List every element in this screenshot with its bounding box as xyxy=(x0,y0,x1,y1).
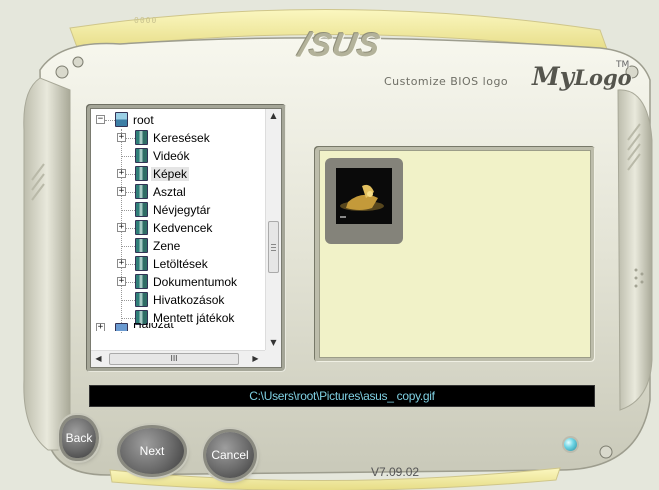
tree-vertical-scrollbar[interactable]: ▲ ▼ xyxy=(265,109,281,350)
tree-horizontal-scrollbar[interactable]: ◀ III ▶ xyxy=(91,350,265,367)
top-decoration-dots: 0000 xyxy=(134,16,158,25)
tree-item-label: Asztal xyxy=(153,185,186,199)
tree-item[interactable]: Hivatkozások xyxy=(91,291,265,309)
scroll-down-arrow-icon[interactable]: ▼ xyxy=(266,336,281,350)
scroll-right-arrow-icon[interactable]: ▶ xyxy=(248,352,263,366)
tree-item[interactable]: + Kedvencek xyxy=(91,219,265,237)
computer-folder-icon xyxy=(115,112,128,127)
folder-icon xyxy=(135,130,148,145)
expand-icon[interactable]: + xyxy=(117,187,126,196)
tree-item-label: Hálózat xyxy=(133,323,174,331)
expand-icon[interactable]: + xyxy=(117,259,126,268)
cancel-button[interactable]: Cancel xyxy=(206,432,254,478)
mylogo-product-name: MyLogo TM xyxy=(532,60,632,94)
scrollbar-corner xyxy=(265,350,281,367)
mylogo-my: My xyxy=(532,62,575,91)
logo-thumbnail-image[interactable] xyxy=(336,168,392,224)
folder-icon xyxy=(135,274,148,289)
folder-icon xyxy=(135,238,148,253)
folder-icon xyxy=(135,292,148,307)
tree-item[interactable]: + Asztal xyxy=(91,183,265,201)
tree-item-label: Letöltések xyxy=(153,257,208,271)
customize-bios-logo-label: Customize BIOS logo xyxy=(384,75,509,88)
cancel-button-label: Cancel xyxy=(211,448,249,462)
folder-icon xyxy=(135,220,148,235)
status-led-icon xyxy=(564,438,577,451)
collapse-icon[interactable]: − xyxy=(96,115,105,124)
tree-item-label: Névjegytár xyxy=(153,203,211,217)
tree-item[interactable]: Zene xyxy=(91,237,265,255)
logo-thumbnail-graphic xyxy=(336,168,392,224)
asus-logo: /SUS xyxy=(296,26,384,63)
expand-icon[interactable]: + xyxy=(117,223,126,232)
folder-icon xyxy=(135,184,148,199)
folder-icon xyxy=(135,166,148,181)
tree-item[interactable]: + Keresések xyxy=(91,129,265,147)
tree-item-label: Képek xyxy=(151,167,190,181)
trademark-mark: TM xyxy=(616,60,630,70)
tree-item[interactable]: + Dokumentumok xyxy=(91,273,265,291)
expand-icon[interactable]: + xyxy=(96,323,105,331)
back-button[interactable]: Back xyxy=(62,418,96,458)
tree-item-label: Zene xyxy=(153,239,181,253)
next-button[interactable]: Next xyxy=(120,428,184,474)
folder-icon xyxy=(135,202,148,217)
tree-item-label: Dokumentumok xyxy=(153,275,238,289)
expand-icon[interactable]: + xyxy=(117,277,126,286)
tree-item-label: Kedvencek xyxy=(153,221,213,235)
tree-item-label: Hivatkozások xyxy=(153,293,225,307)
tree-item-partial[interactable]: + Hálózat xyxy=(91,323,265,331)
horizontal-scroll-thumb[interactable]: III xyxy=(109,353,239,365)
expand-icon[interactable]: + xyxy=(117,133,126,142)
tree-item-label: Keresések xyxy=(153,131,210,145)
file-path-display: C:\Users\root\Pictures\asus_ copy.gif xyxy=(89,385,595,407)
version-label: V7.09.02 xyxy=(371,465,420,479)
tree-item-label: root xyxy=(133,113,154,127)
scroll-up-arrow-icon[interactable]: ▲ xyxy=(266,109,281,123)
expand-icon[interactable]: + xyxy=(117,169,126,178)
vertical-scroll-thumb[interactable] xyxy=(268,221,279,273)
tree-item[interactable]: Videók xyxy=(91,147,265,165)
tree-item[interactable]: Névjegytár xyxy=(91,201,265,219)
folder-tree[interactable]: − root + Keresések Videók + Képek + Asztal Névjeg… xyxy=(90,108,282,368)
tree-item[interactable]: + Letöltések xyxy=(91,255,265,273)
scroll-left-arrow-icon[interactable]: ◀ xyxy=(91,352,106,366)
network-folder-icon xyxy=(115,323,128,331)
folder-icon xyxy=(135,256,148,271)
next-button-label: Next xyxy=(139,444,165,458)
tree-item-label: Videók xyxy=(153,149,190,163)
back-button-label: Back xyxy=(65,431,93,445)
tree-item[interactable]: + Képek xyxy=(91,165,265,183)
folder-icon xyxy=(135,148,148,163)
tree-item-root[interactable]: − root xyxy=(91,111,265,129)
